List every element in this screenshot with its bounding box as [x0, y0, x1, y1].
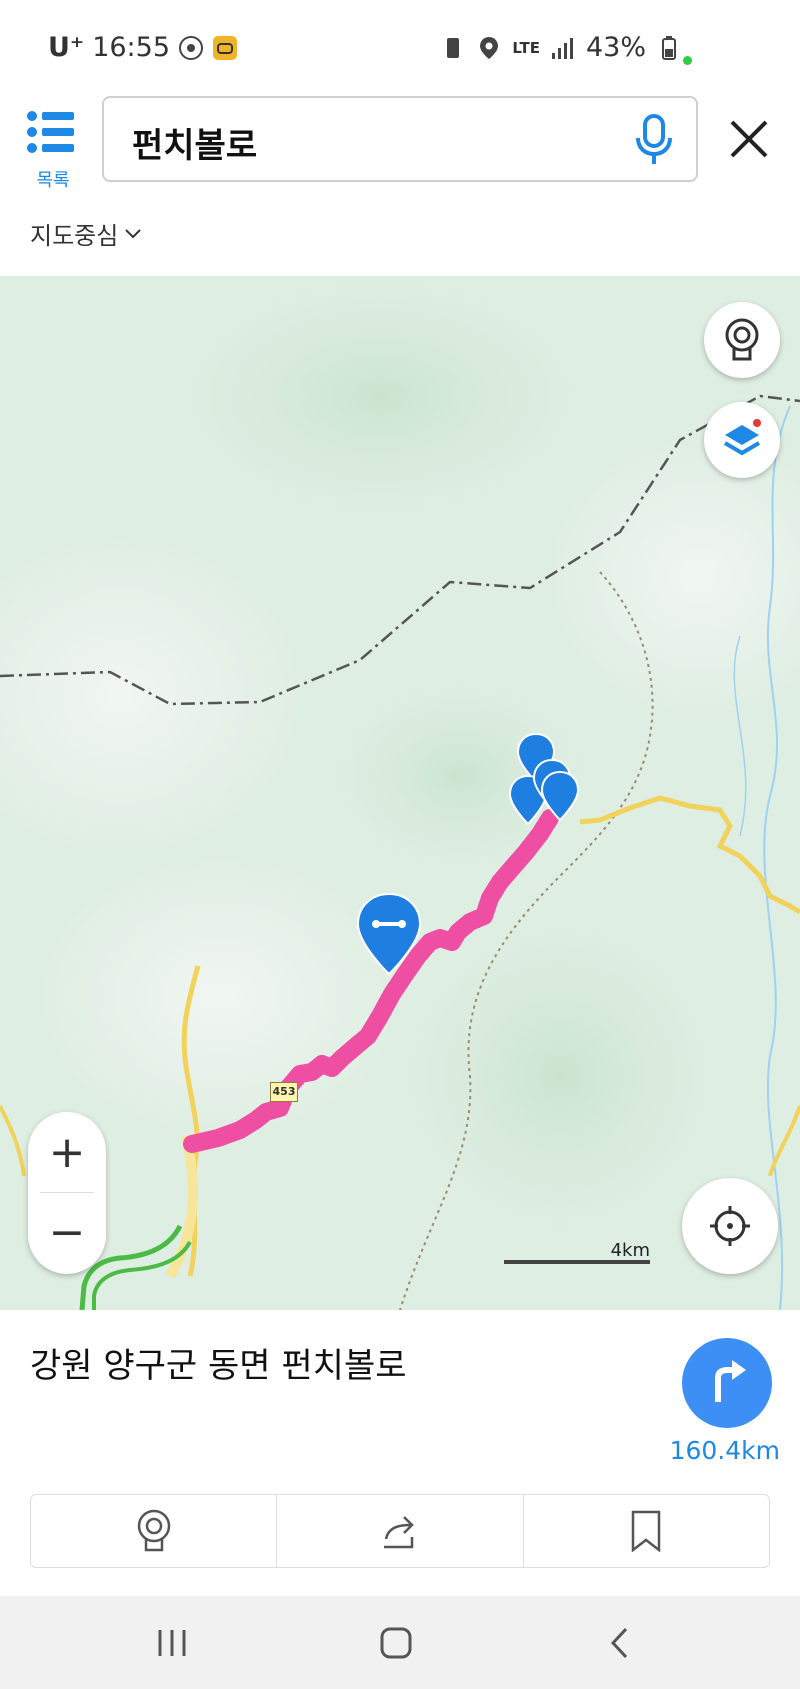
voice-search-button[interactable] [632, 114, 676, 166]
turn-right-arrow-icon [715, 1360, 746, 1402]
status-left: U⁺ 16:55 [48, 32, 238, 63]
battery-icon [662, 35, 676, 60]
privacy-indicator [683, 56, 692, 65]
signal-icon [551, 37, 573, 59]
home-icon [380, 1627, 412, 1659]
network-type: LTE [512, 38, 540, 57]
battery-percent: 43% [585, 32, 646, 63]
map-view[interactable]: 453 + − 4km [0, 276, 800, 1310]
terrain-layer [0, 276, 800, 1310]
recent-apps-button[interactable] [142, 1616, 202, 1670]
search-query[interactable]: 펀치볼로 [132, 118, 257, 167]
back-icon [610, 1627, 628, 1659]
layers-icon [723, 419, 761, 456]
system-nav-bar [0, 1596, 800, 1689]
clock: 16:55 [92, 32, 170, 63]
street-view-action[interactable] [31, 1495, 278, 1567]
search-header: 목록 펀치볼로 지도중심 [0, 96, 800, 276]
place-marker[interactable] [540, 770, 580, 822]
navigate-button[interactable] [682, 1338, 772, 1428]
back-button[interactable] [590, 1616, 650, 1670]
distance-label: 160.4km [669, 1436, 780, 1465]
car-icon [213, 35, 237, 60]
list-icon [27, 111, 74, 153]
route-number-badge: 453 [270, 1082, 298, 1102]
scale-bar [504, 1260, 650, 1264]
share-icon [383, 1516, 414, 1549]
map-center-selector[interactable]: 지도중심 [30, 216, 142, 251]
chevron-down-icon [125, 228, 142, 238]
status-bar: U⁺ 16:55 LTE 43% [0, 0, 800, 96]
location-icon [480, 36, 499, 59]
map-scale: 4km [504, 1240, 650, 1264]
list-button[interactable]: 목록 [26, 110, 80, 191]
street-view-button[interactable] [704, 302, 780, 378]
place-info-panel: 강원 양구군 동면 펀치볼로 160.4km [0, 1310, 800, 1596]
zoom-out-button[interactable]: − [28, 1192, 106, 1272]
search-input[interactable]: 펀치볼로 [102, 96, 698, 182]
my-location-button[interactable] [682, 1178, 778, 1274]
status-right: LTE 43% [440, 32, 682, 63]
street-view-icon [137, 1509, 170, 1552]
battery-saver-icon [447, 37, 460, 58]
share-action[interactable] [277, 1495, 524, 1567]
place-address: 강원 양구군 동면 펀치볼로 [30, 1346, 407, 1386]
list-label: 목록 [36, 170, 70, 191]
zoom-control: + − [28, 1112, 106, 1274]
bookmark-icon [632, 1510, 661, 1552]
bookmark-action[interactable] [524, 1495, 769, 1567]
scale-label: 4km [610, 1240, 650, 1261]
soccer-icon [179, 35, 203, 60]
route-center-marker[interactable] [356, 892, 422, 976]
zoom-in-button[interactable]: + [28, 1112, 106, 1192]
close-icon [730, 120, 768, 158]
map-center-label: 지도중심 [30, 222, 119, 250]
microphone-icon [636, 114, 672, 164]
home-button[interactable] [366, 1616, 426, 1670]
street-view-icon [725, 318, 759, 361]
action-bar [30, 1494, 770, 1568]
close-button[interactable] [724, 114, 774, 164]
recent-apps-icon [158, 1630, 186, 1656]
layers-button[interactable] [704, 402, 780, 478]
crosshair-icon [710, 1206, 750, 1246]
carrier-label: U⁺ [48, 32, 85, 63]
